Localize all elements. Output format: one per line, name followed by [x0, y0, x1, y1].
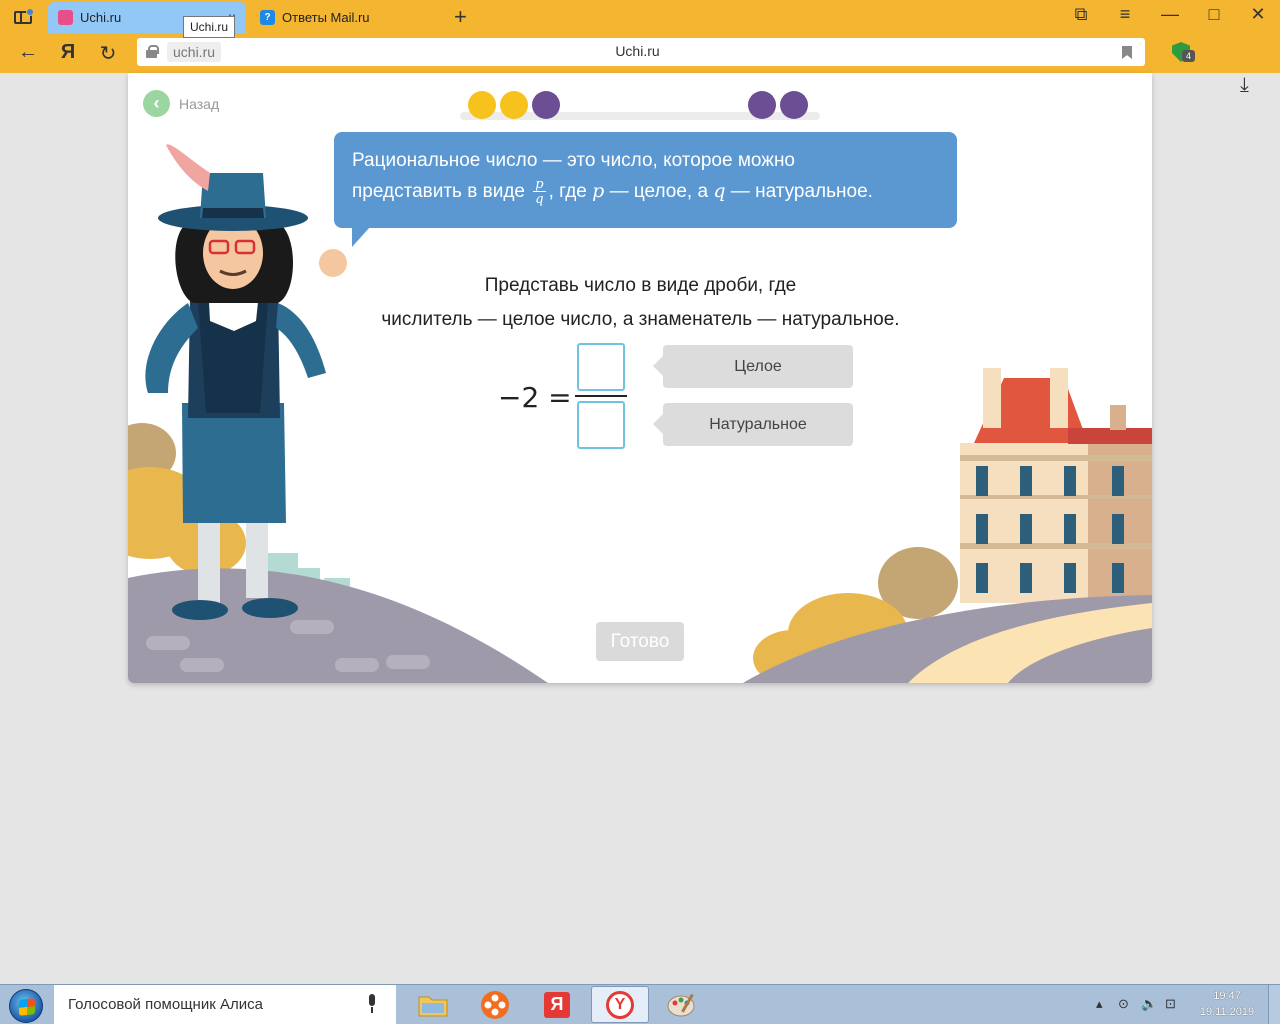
denominator-slot[interactable]: [577, 401, 625, 449]
page-title: Uchi.ru: [615, 43, 660, 59]
show-desktop-button[interactable]: [1268, 985, 1280, 1024]
tab-title: Uchi.ru: [80, 10, 122, 25]
clock[interactable]: 19:47 19.11.2019: [1190, 988, 1264, 1020]
tray-expand-icon[interactable]: ▴: [1096, 996, 1103, 1012]
uchi-favicon-icon: [58, 10, 73, 25]
yandex-icon[interactable]: Я: [55, 41, 81, 64]
lesson-card: ‹ Назад Рациональное число — это число, …: [128, 73, 1152, 683]
equation-left: −2 =: [498, 381, 572, 414]
domain-chip[interactable]: uchi.ru: [167, 42, 222, 62]
menu-icon[interactable]: ≡: [1110, 4, 1140, 25]
frac-num: p: [535, 177, 544, 193]
taskbar-media[interactable]: [466, 986, 524, 1023]
tabs-panel-button[interactable]: [8, 6, 38, 28]
hint-natural: Натуральное: [653, 403, 853, 446]
paint-icon: [667, 993, 695, 1016]
frac-den: q: [535, 192, 544, 208]
tab-otvety-mail[interactable]: ? Ответы Mail.ru: [250, 2, 448, 33]
new-tab-button[interactable]: +: [454, 4, 467, 30]
maximize-button[interactable]: □: [1199, 4, 1229, 25]
minimize-button[interactable]: —: [1155, 4, 1185, 25]
bubble-line-1: Рациональное число — это число, которое …: [352, 150, 796, 171]
p-over-q-fraction: pq: [533, 177, 546, 208]
tab-tooltip: Uchi.ru: [183, 16, 236, 38]
clock-time: 19:47: [1213, 990, 1241, 1002]
close-window-button[interactable]: ✕: [1243, 4, 1273, 25]
var-p: p: [592, 180, 605, 202]
task-text: Представь число в виде дроби, где числит…: [338, 269, 943, 337]
reload-icon[interactable]: ↻: [95, 41, 121, 66]
hint-integer: Целое: [653, 345, 853, 388]
tab-title: Ответы Mail.ru: [282, 10, 370, 25]
tray-network-icon[interactable]: ⊙: [1118, 996, 1129, 1012]
notification-dot: [26, 8, 34, 16]
windows-start-icon: [9, 989, 43, 1023]
progress-dot: [468, 91, 496, 119]
alice-search-box[interactable]: Голосовой помощник Алиса: [54, 985, 396, 1024]
fraction-bar: [575, 395, 627, 397]
back-label: Назад: [179, 95, 220, 112]
yandex-browser-icon: Y: [606, 990, 634, 1019]
media-player-icon: [481, 990, 509, 1019]
progress-dot: [748, 91, 776, 119]
progress-dot: [500, 91, 528, 119]
bubble-text: — целое, а: [609, 181, 709, 202]
bubble-text: представить в виде: [352, 181, 525, 202]
mail-favicon-icon: ?: [260, 10, 275, 25]
bubble-tail: [352, 227, 370, 247]
taskbar-yandex-browser[interactable]: Y: [591, 986, 649, 1023]
progress-dot: [532, 91, 560, 119]
progress-indicator: [460, 89, 820, 123]
tray-display-icon[interactable]: ⊡: [1165, 996, 1176, 1012]
numerator-slot[interactable]: [577, 343, 625, 391]
task-line-2: числитель — целое число, а знаменатель —…: [381, 309, 900, 330]
protect-badge: 4: [1182, 50, 1195, 62]
taskbar-paint[interactable]: [653, 986, 711, 1023]
task-line-1: Представь число в виде дроби, где: [484, 275, 797, 296]
var-q: q: [713, 180, 726, 202]
bubble-text: , где: [548, 181, 587, 202]
lock-icon[interactable]: [146, 45, 159, 58]
download-icon[interactable]: ⤓: [1240, 74, 1249, 97]
progress-dot: [780, 91, 808, 119]
folder-icon: [418, 996, 448, 1016]
tray-volume-icon[interactable]: 🔊: [1141, 996, 1157, 1012]
bubble-line-2: представить в виде pq, где p — целое, а …: [352, 176, 939, 207]
protect-icon[interactable]: 4: [1172, 42, 1195, 62]
taskbar-yandex[interactable]: Я: [528, 986, 586, 1023]
back-button[interactable]: ‹ Назад: [143, 90, 219, 117]
done-button[interactable]: Готово: [596, 622, 684, 661]
definition-bubble: Рациональное число — это число, которое …: [334, 132, 957, 228]
sync-icon[interactable]: ⧉: [1066, 4, 1096, 25]
yandex-app-icon: Я: [544, 991, 570, 1018]
back-chevron-icon: ‹: [143, 90, 170, 117]
back-arrow-icon[interactable]: ←: [15, 41, 41, 64]
microphone-icon[interactable]: [367, 994, 377, 1014]
castle: [960, 368, 1152, 603]
clock-date: 19.11.2019: [1199, 1006, 1255, 1018]
bubble-text: — натуральное.: [730, 181, 873, 202]
start-button[interactable]: [4, 987, 48, 1024]
taskbar-explorer[interactable]: [404, 986, 462, 1023]
